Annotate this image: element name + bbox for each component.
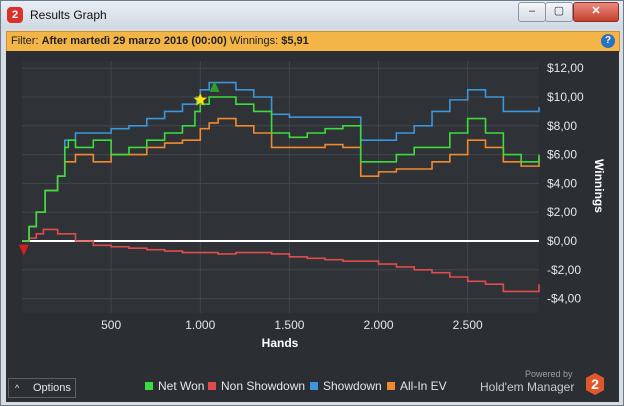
- chevron-up-icon: ^: [15, 383, 20, 393]
- app-logo-icon: 2: [7, 7, 23, 23]
- non-showdown-swatch: [208, 382, 216, 390]
- legend-label: Net Won: [158, 379, 205, 393]
- x-tick-label: 2.500: [453, 318, 483, 332]
- y-tick-label: -$2,00: [547, 263, 581, 277]
- close-button[interactable]: ✕: [573, 2, 619, 22]
- window-title: Results Graph: [30, 8, 107, 22]
- brand-name: Hold'em Manager: [480, 380, 575, 394]
- options-button[interactable]: ^ Options: [8, 378, 76, 398]
- y-tick-label: $10,00: [547, 90, 584, 104]
- options-label: Options: [33, 382, 71, 394]
- minimize-button[interactable]: –: [518, 2, 546, 22]
- title-bar[interactable]: 2 Results Graph – ▢ ✕: [1, 1, 623, 29]
- filter-bar: Filter: After martedì 29 marzo 2016 (00:…: [6, 31, 620, 52]
- legend-item-net-won[interactable]: Net Won: [145, 379, 204, 393]
- x-axis-label: Hands: [262, 336, 299, 350]
- y-tick-label: $6,00: [547, 148, 577, 162]
- y-tick-label: -$4,00: [547, 292, 581, 306]
- y-tick-label: $12,00: [547, 61, 584, 75]
- x-tick-label: 1.000: [185, 318, 215, 332]
- x-tick-label: 1.500: [274, 318, 304, 332]
- results-graph-window: 2 Results Graph – ▢ ✕ Filter: After mart…: [0, 0, 624, 406]
- filter-label: Filter:: [11, 35, 39, 47]
- powered-by-text: Powered by: [525, 369, 573, 379]
- y-tick-label: $8,00: [547, 119, 577, 133]
- plot-area: [22, 61, 539, 313]
- winnings-label: Winnings:: [229, 35, 279, 47]
- legend-label: Showdown: [323, 379, 382, 393]
- showdown-swatch: [310, 382, 318, 390]
- legend-label: Non Showdown: [221, 379, 306, 393]
- legend-item-all-in-ev[interactable]: All-In EV: [387, 379, 447, 393]
- help-icon[interactable]: ?: [601, 34, 615, 48]
- y-tick-label: $0,00: [547, 234, 577, 248]
- y-axis-label: Winnings: [592, 159, 606, 213]
- x-tick-label: 500: [101, 318, 121, 332]
- legend-item-showdown[interactable]: Showdown: [310, 379, 382, 393]
- all-in-ev-swatch: [387, 382, 395, 390]
- y-tick-label: $2,00: [547, 205, 577, 219]
- y-tick-label: $4,00: [547, 176, 577, 190]
- filter-value: After martedì 29 marzo 2016 (00:00): [41, 35, 227, 47]
- x-tick-label: 2.000: [364, 318, 394, 332]
- maximize-button[interactable]: ▢: [545, 2, 573, 22]
- legend-item-non-showdown[interactable]: Non Showdown: [208, 379, 305, 393]
- legend-label: All-In EV: [400, 379, 447, 393]
- net-won-swatch: [145, 382, 153, 390]
- graph-panel: $12,00 $10,00 $8,00 $6,00 $4,00 $2,00 $0,00 -$2…: [6, 51, 619, 402]
- results-chart: $12,00 $10,00 $8,00 $6,00 $4,00 $2,00 $0,00 -$2…: [18, 61, 606, 350]
- winnings-value: $5,91: [281, 35, 309, 47]
